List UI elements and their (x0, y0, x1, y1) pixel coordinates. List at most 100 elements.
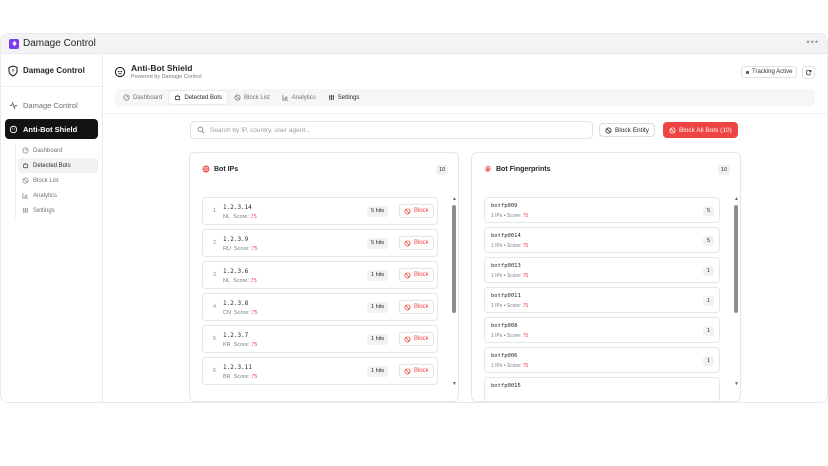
bot-ips-panel: Bot IPs 10 1 1.2.3.14 NL Score: 75 5 hit… (189, 152, 459, 402)
row-index: 2 (213, 240, 217, 246)
block-ip-button[interactable]: Block (399, 364, 434, 378)
fingerprint-score: 75 (522, 243, 529, 249)
fingerprint-meta: 1 IPs • Score: 75 (491, 273, 528, 279)
fingerprint-count-badge: 1 (703, 266, 714, 276)
tab-analytics[interactable]: Analytics (277, 91, 321, 104)
sidebar-item-anti-bot-shield[interactable]: Anti-Bot Shield (5, 119, 98, 139)
fingerprint-score: 75 (522, 363, 529, 369)
fingerprint-count-badge: 1 (703, 326, 714, 336)
scroll-down-icon[interactable]: ▼ (452, 381, 457, 387)
status-dot-icon (746, 70, 749, 74)
scroll-up-icon[interactable]: ▲ (452, 196, 457, 202)
page-title: Anti-Bot Shield (131, 63, 193, 73)
block-entity-button[interactable]: Block Entity (599, 123, 655, 137)
chart-icon (22, 192, 29, 199)
bot-icon (22, 162, 29, 169)
fingerprint-score: 75 (522, 303, 529, 309)
ip-row: 4 1.2.3.8 CN Score: 75 1 hits Block (202, 293, 438, 321)
more-options-icon[interactable]: ••• (807, 37, 819, 47)
sidebar-brand-label: Damage Control (23, 66, 85, 75)
title-bar: Damage Control ••• (1, 34, 827, 54)
tab-label: Analytics (291, 94, 316, 101)
fingerprint-meta: 1 IPs • Score: 75 (491, 363, 528, 369)
sidebar-subitem-dashboard[interactable]: Dashboard (18, 143, 98, 158)
fingerprint-meta-text: 1 IPs • Score: (491, 303, 522, 309)
block-ip-button[interactable]: Block (399, 300, 434, 314)
tab-detected-bots[interactable]: Detected Bots (169, 91, 228, 104)
row-index: 3 (213, 272, 217, 278)
ip-address: 1.2.3.14 (223, 204, 252, 211)
fingerprint-icon (485, 165, 491, 172)
app-logo-icon (9, 38, 19, 49)
block-label: Block (414, 272, 429, 278)
search-icon (197, 126, 205, 134)
ip-country: RU (223, 246, 231, 252)
app-window: Damage Control ••• Damage Control Damage… (0, 33, 828, 403)
refresh-button[interactable] (802, 66, 815, 79)
fingerprint-meta-text: 1 IPs • Score: (491, 333, 522, 339)
main-content: Anti-Bot Shield Powered by Damage Contro… (104, 55, 827, 402)
row-index: 4 (213, 304, 217, 310)
block-ip-button[interactable]: Block (399, 268, 434, 282)
fingerprint-meta-text: 1 IPs • Score: (491, 243, 522, 249)
bot-fingerprints-header: Bot Fingerprints (484, 165, 550, 173)
block-ip-button[interactable]: Block (399, 332, 434, 346)
fingerprint-meta: 1 IPs • Score: 75 (491, 333, 528, 339)
app-title: Damage Control (23, 38, 96, 49)
ip-meta: NL Score: 75 (223, 214, 257, 220)
tracking-status-label: Tracking Active (752, 69, 793, 75)
ban-icon (404, 367, 411, 375)
sidebar-subitem-settings[interactable]: Settings (18, 203, 98, 218)
bot-fingerprints-count-badge: 10 (718, 165, 730, 175)
scrollbar-thumb[interactable] (734, 205, 738, 313)
block-ip-button[interactable]: Block (399, 236, 434, 250)
bot-ips-header: Bot IPs (202, 165, 238, 173)
sliders-icon (23, 207, 28, 214)
hits-badge: 5 hits (367, 206, 389, 217)
block-label: Block (414, 208, 429, 214)
ip-score: 75 (250, 278, 257, 284)
tab-settings[interactable]: Settings (323, 91, 365, 104)
sidebar-subitem-analytics[interactable]: Analytics (18, 188, 98, 203)
ip-score-label: Score: (234, 246, 250, 252)
tab-label: Dashboard (133, 94, 163, 101)
ip-meta: NL Score: 75 (223, 278, 257, 284)
tab-block-list[interactable]: Block List (229, 91, 275, 104)
block-all-bots-button[interactable]: Block All Bots (10) (663, 122, 738, 138)
sidebar-brand[interactable]: Damage Control (1, 55, 102, 87)
tracking-status-badge: Tracking Active (741, 66, 798, 78)
row-index: 1 (213, 208, 217, 214)
dashboard-icon (123, 94, 130, 101)
search-bar[interactable] (190, 121, 593, 139)
ban-icon (404, 239, 411, 247)
tab-label: Detected Bots (184, 94, 223, 101)
ip-address: 1.2.3.7 (223, 332, 249, 339)
scroll-up-icon[interactable]: ▲ (734, 196, 739, 202)
fingerprint-id: botfp0014 (491, 233, 521, 239)
scroll-down-icon[interactable]: ▼ (734, 381, 739, 387)
ip-score-label: Score: (233, 374, 250, 380)
ip-country: KR (223, 342, 231, 348)
ip-country: BR (223, 374, 231, 380)
fingerprint-id: botfp0015 (491, 383, 521, 389)
search-input[interactable] (210, 126, 590, 134)
fingerprint-row: botfp006 1 IPs • Score: 75 1 (484, 347, 720, 373)
chart-icon (282, 94, 288, 101)
sidebar-subitem-detected-bots[interactable]: Detected Bots (18, 158, 98, 173)
ip-row: 5 1.2.3.7 KR Score: 75 1 hits Block (202, 325, 438, 353)
fingerprint-id: botfp008 (491, 323, 518, 329)
fingerprint-row: botfp0015 (484, 377, 720, 401)
ip-country: NL (223, 278, 231, 284)
fingerprint-id: botfp0013 (491, 263, 521, 269)
sidebar-item-damage-control[interactable]: Damage Control (1, 93, 102, 117)
bot-icon (9, 125, 18, 133)
tab-dashboard[interactable]: Dashboard (118, 91, 167, 104)
scrollbar-thumb[interactable] (452, 205, 456, 313)
fingerprint-row: botfp0013 1 IPs • Score: 75 1 (484, 257, 720, 283)
sidebar-subitem-label: Settings (33, 207, 55, 214)
block-ip-button[interactable]: Block (399, 204, 434, 218)
block-label: Block (414, 240, 429, 246)
sidebar: Damage Control Damage Control Anti-Bot S… (1, 55, 103, 402)
sidebar-subitem-block-list[interactable]: Block List (18, 173, 98, 188)
ban-icon (669, 126, 676, 134)
